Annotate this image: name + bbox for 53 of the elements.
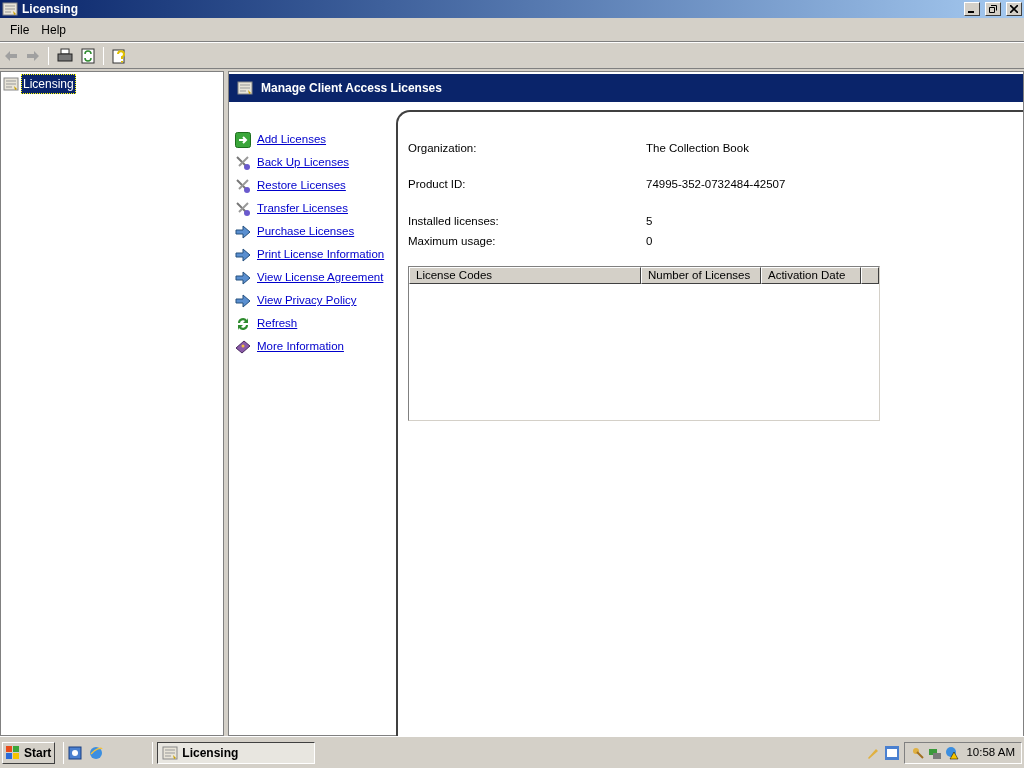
task-link[interactable]: Add Licenses (257, 131, 327, 149)
app-icon (2, 1, 18, 17)
clock: 10:58 AM (966, 744, 1015, 760)
close-button[interactable] (1006, 2, 1022, 16)
field-value: 74995-352-0732484-42507 (646, 177, 786, 193)
notepad-icon[interactable] (884, 744, 901, 761)
field-value: The Collection Book (646, 141, 749, 156)
task-link[interactable]: Restore Licenses (257, 177, 346, 195)
task-link[interactable]: View Privacy Policy (257, 292, 357, 310)
document-refresh-icon[interactable] (81, 47, 95, 64)
task-link[interactable]: Back Up Licenses (257, 154, 350, 172)
arrow-icon (235, 224, 251, 240)
restore-icon (989, 5, 997, 13)
task-link[interactable]: Print License Information (257, 246, 385, 264)
field-value: 0 (646, 233, 653, 249)
task-link[interactable]: More Information (257, 338, 344, 356)
taskbar-button[interactable]: Licensing (157, 741, 316, 764)
minimize-button[interactable] (964, 2, 980, 16)
app-icon (162, 744, 179, 761)
column-header[interactable]: License Codes (409, 267, 641, 284)
field-label: Installed licenses: (408, 213, 500, 229)
warning-icon[interactable] (945, 745, 960, 760)
menu-item[interactable]: Help (35, 20, 73, 39)
field-value: 5 (646, 213, 653, 229)
help-icon[interactable] (112, 47, 128, 64)
task-link[interactable]: Refresh (257, 315, 298, 333)
column-header[interactable]: Number of Licenses (641, 267, 761, 284)
refresh-icon (235, 316, 251, 332)
window-title: Licensing (22, 1, 79, 18)
tree-item[interactable]: Licensing (21, 74, 76, 94)
print-icon[interactable] (57, 47, 73, 64)
restore-button[interactable] (985, 2, 1001, 16)
task-link[interactable]: View License Agreement (257, 269, 384, 287)
app-icon (3, 76, 19, 92)
app-icon (237, 80, 253, 96)
menu-item[interactable]: File (4, 20, 36, 39)
tools-icon (235, 155, 251, 171)
tools-icon (235, 201, 251, 217)
close-icon (1010, 5, 1018, 13)
field-label: Maximum usage: (408, 233, 497, 249)
field-label: Organization: (408, 141, 478, 156)
tools-icon (235, 178, 251, 194)
header-title: Manage Client Access Licenses (261, 80, 442, 97)
windows-logo-icon (6, 745, 20, 760)
arrow-icon (235, 293, 251, 309)
arrow-icon (235, 270, 251, 286)
task-link[interactable]: Transfer Licenses (257, 200, 348, 218)
arrow-icon (235, 247, 251, 263)
start-button[interactable]: Start (2, 741, 56, 764)
column-header[interactable]: Activation Date (761, 267, 861, 284)
field-label: Product ID: (408, 177, 467, 193)
task-link[interactable]: Purchase Licenses (257, 223, 355, 241)
desktop-app-icon[interactable] (68, 744, 85, 761)
